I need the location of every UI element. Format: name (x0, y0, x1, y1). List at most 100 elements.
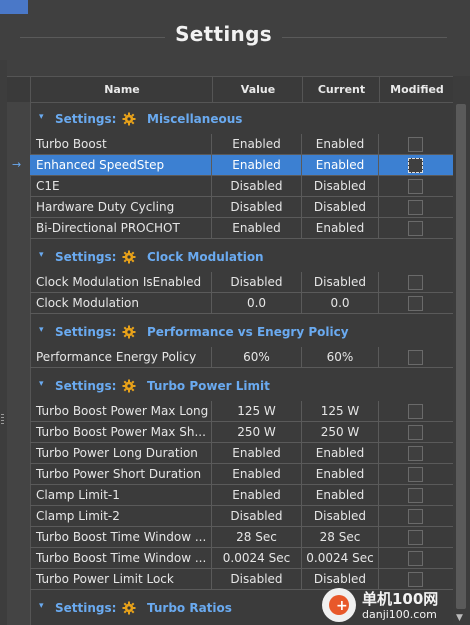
scrollbar-thumb[interactable] (456, 104, 466, 609)
setting-row[interactable]: Clock Modulation IsEnabled Disabled Disabl… (30, 272, 456, 293)
modified-cell (379, 197, 456, 218)
modified-cell (379, 401, 456, 422)
setting-current: 250 W (302, 422, 379, 443)
modified-checkbox[interactable] (408, 446, 423, 461)
modified-checkbox[interactable] (408, 179, 423, 194)
setting-name[interactable]: Turbo Power Long Duration (30, 443, 212, 464)
setting-value[interactable]: 125 W (212, 401, 302, 422)
setting-value[interactable]: Disabled (212, 197, 302, 218)
setting-name[interactable]: Clock Modulation IsEnabled (30, 272, 212, 293)
watermark-text: 单机100网 (362, 590, 439, 608)
modified-cell (379, 464, 456, 485)
setting-row[interactable]: C1E Disabled Disabled (30, 176, 456, 197)
setting-value[interactable]: Enabled (212, 443, 302, 464)
setting-name[interactable]: Turbo Boost Power Max Long (30, 401, 212, 422)
watermark-url: danji100.com (362, 608, 437, 621)
modified-checkbox[interactable] (408, 221, 423, 236)
section-header[interactable]: ▾ Settings: Performance vs Enegry Policy (30, 319, 455, 345)
modified-checkbox[interactable] (408, 467, 423, 482)
setting-value[interactable]: Enabled (212, 464, 302, 485)
setting-row[interactable]: Clamp Limit-1 Enabled Enabled (30, 485, 456, 506)
setting-value[interactable]: Enabled (212, 155, 302, 176)
setting-row[interactable]: Enhanced SpeedStep Enabled Enabled (30, 155, 456, 176)
modified-checkbox[interactable] (408, 296, 423, 311)
expand-chevron-icon[interactable]: ▾ (39, 325, 44, 335)
modified-cell (379, 548, 456, 569)
setting-name[interactable]: Turbo Boost Time Window ... (30, 527, 212, 548)
modified-cell (379, 422, 456, 443)
settings-grid: Name Value Current Modified ▾ Settings: Mi… (7, 76, 456, 625)
modified-checkbox[interactable] (408, 572, 423, 587)
expand-chevron-icon[interactable]: ▾ (39, 112, 44, 122)
column-header-name[interactable]: Name (30, 77, 213, 102)
setting-value[interactable]: Disabled (212, 506, 302, 527)
setting-row[interactable]: Turbo Boost Time Window ... 0.0024 Sec 0.0… (30, 548, 456, 569)
setting-row[interactable]: Turbo Power Limit Lock Disabled Disabled (30, 569, 456, 590)
modified-cell (379, 272, 456, 293)
setting-row[interactable]: Turbo Boost Enabled Enabled (30, 134, 456, 155)
setting-row[interactable]: Turbo Power Long Duration Enabled Enabled (30, 443, 456, 464)
modified-checkbox[interactable] (408, 509, 423, 524)
setting-value[interactable]: 60% (212, 347, 302, 368)
setting-name[interactable]: Turbo Boost (30, 134, 212, 155)
modified-checkbox[interactable] (408, 425, 423, 440)
setting-name[interactable]: Turbo Boost Power Max Sh... (30, 422, 212, 443)
setting-name[interactable]: Enhanced SpeedStep (30, 155, 212, 176)
modified-checkbox[interactable] (408, 158, 423, 173)
setting-name[interactable]: C1E (30, 176, 212, 197)
modified-checkbox[interactable] (408, 530, 423, 545)
expand-chevron-icon[interactable]: ▾ (39, 601, 44, 611)
modified-cell (379, 485, 456, 506)
modified-checkbox[interactable] (408, 275, 423, 290)
expand-chevron-icon[interactable]: ▾ (39, 250, 44, 260)
setting-row[interactable]: Hardware Duty Cycling Disabled Disabled (30, 197, 456, 218)
setting-value[interactable]: Enabled (212, 485, 302, 506)
section-header[interactable]: ▾ Settings: Miscellaneous (30, 106, 455, 132)
setting-row[interactable]: Bi-Directional PROCHOT Enabled Enabled (30, 218, 456, 239)
setting-name[interactable]: Clamp Limit-2 (30, 506, 212, 527)
setting-name[interactable]: Bi-Directional PROCHOT (30, 218, 212, 239)
modified-checkbox[interactable] (408, 137, 423, 152)
column-header-value[interactable]: Value (212, 77, 303, 102)
column-header-current[interactable]: Current (302, 77, 380, 102)
setting-name[interactable]: Turbo Power Short Duration (30, 464, 212, 485)
watermark-play-icon: + (329, 595, 349, 615)
setting-value[interactable]: Disabled (212, 176, 302, 197)
setting-row[interactable]: Turbo Boost Power Max Long 125 W 125 W (30, 401, 456, 422)
setting-row[interactable]: Clock Modulation 0.0 0.0 (30, 293, 456, 314)
setting-value[interactable]: 28 Sec (212, 527, 302, 548)
modified-checkbox[interactable] (408, 551, 423, 566)
setting-name[interactable]: Clamp Limit-1 (30, 485, 212, 506)
setting-name[interactable]: Turbo Boost Time Window ... (30, 548, 212, 569)
modified-checkbox[interactable] (408, 404, 423, 419)
setting-value[interactable]: Disabled (212, 569, 302, 590)
section-header[interactable]: ▾ Settings: Turbo Power Limit (30, 373, 455, 399)
setting-value[interactable]: Enabled (212, 134, 302, 155)
rail-grip-icon[interactable] (1, 414, 4, 424)
setting-row[interactable]: Performance Energy Policy 60% 60% (30, 347, 456, 368)
modified-checkbox[interactable] (408, 488, 423, 503)
setting-row[interactable]: Clamp Limit-2 Disabled Disabled (30, 506, 456, 527)
setting-value[interactable]: Disabled (212, 272, 302, 293)
setting-row[interactable]: Turbo Boost Power Max Sh... 250 W 250 W (30, 422, 456, 443)
setting-name[interactable]: Turbo Power Limit Lock (30, 569, 212, 590)
setting-name[interactable]: Hardware Duty Cycling (30, 197, 212, 218)
watermark-plus-icon: + (336, 598, 348, 614)
setting-row[interactable]: Turbo Boost Time Window ... 28 Sec 28 Sec (30, 527, 456, 548)
setting-value[interactable]: 0.0 (212, 293, 302, 314)
setting-name[interactable]: Clock Modulation (30, 293, 212, 314)
gear-icon (122, 250, 136, 264)
setting-name[interactable]: Performance Energy Policy (30, 347, 212, 368)
setting-current: Disabled (302, 272, 379, 293)
vertical-scrollbar[interactable]: ▼ (453, 76, 470, 625)
section-header[interactable]: ▾ Settings: Clock Modulation (30, 244, 455, 270)
setting-value[interactable]: 0.0024 Sec (212, 548, 302, 569)
setting-value[interactable]: Enabled (212, 218, 302, 239)
setting-value[interactable]: 250 W (212, 422, 302, 443)
modified-checkbox[interactable] (408, 350, 423, 365)
modified-checkbox[interactable] (408, 200, 423, 215)
setting-current: Disabled (302, 506, 379, 527)
setting-row[interactable]: Turbo Power Short Duration Enabled Enabled (30, 464, 456, 485)
expand-chevron-icon[interactable]: ▾ (39, 379, 44, 389)
column-header-modified[interactable]: Modified (379, 77, 455, 102)
